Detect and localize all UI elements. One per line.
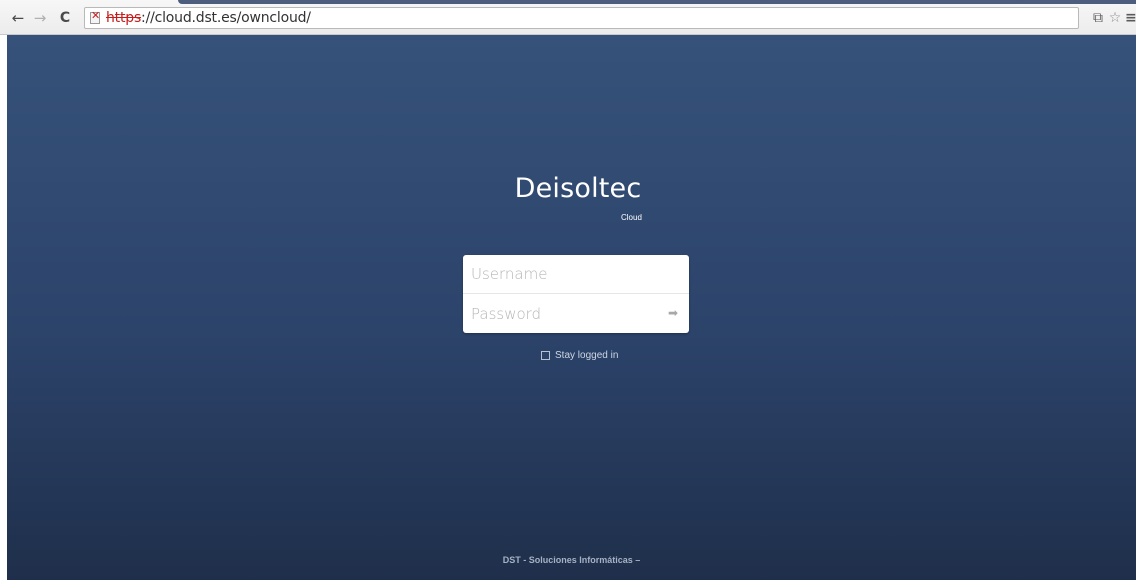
url-path: ://cloud.dst.es/owncloud/: [141, 10, 311, 26]
reload-button[interactable]: C: [55, 9, 75, 27]
address-url[interactable]: https://cloud.dst.es/owncloud/: [106, 10, 311, 26]
brand-title: Deisoltec: [514, 173, 642, 204]
password-input[interactable]: [463, 294, 689, 333]
insecure-page-icon[interactable]: ✕: [89, 9, 103, 25]
login-submit-arrow-icon[interactable]: ➡: [665, 304, 681, 322]
remember-me: Stay logged in: [541, 350, 618, 361]
address-bar[interactable]: ✕ https://cloud.dst.es/owncloud/: [84, 7, 1079, 29]
footer-text: DST - Soluciones Informáticas –: [502, 555, 641, 565]
bookmark-star-icon[interactable]: ☆: [1107, 9, 1123, 27]
remember-label[interactable]: Stay logged in: [555, 350, 618, 361]
tab-strip: [178, 0, 1136, 4]
login-form: ➡: [463, 255, 689, 333]
browser-toolbar: ← → C ✕ https://cloud.dst.es/owncloud/ ⧉…: [0, 0, 1136, 35]
forward-button[interactable]: →: [30, 9, 50, 27]
page-viewport: Deisoltec Cloud ➡ Stay logged in DST - S…: [7, 35, 1136, 580]
username-input[interactable]: [463, 255, 689, 294]
remember-checkbox[interactable]: [541, 351, 550, 360]
translate-icon[interactable]: ⧉: [1090, 9, 1106, 27]
back-button[interactable]: ←: [8, 9, 28, 27]
browser-menu-icon[interactable]: ≡: [1125, 9, 1136, 27]
url-scheme: https: [106, 10, 142, 26]
brand-subtitle: Cloud: [621, 213, 642, 222]
